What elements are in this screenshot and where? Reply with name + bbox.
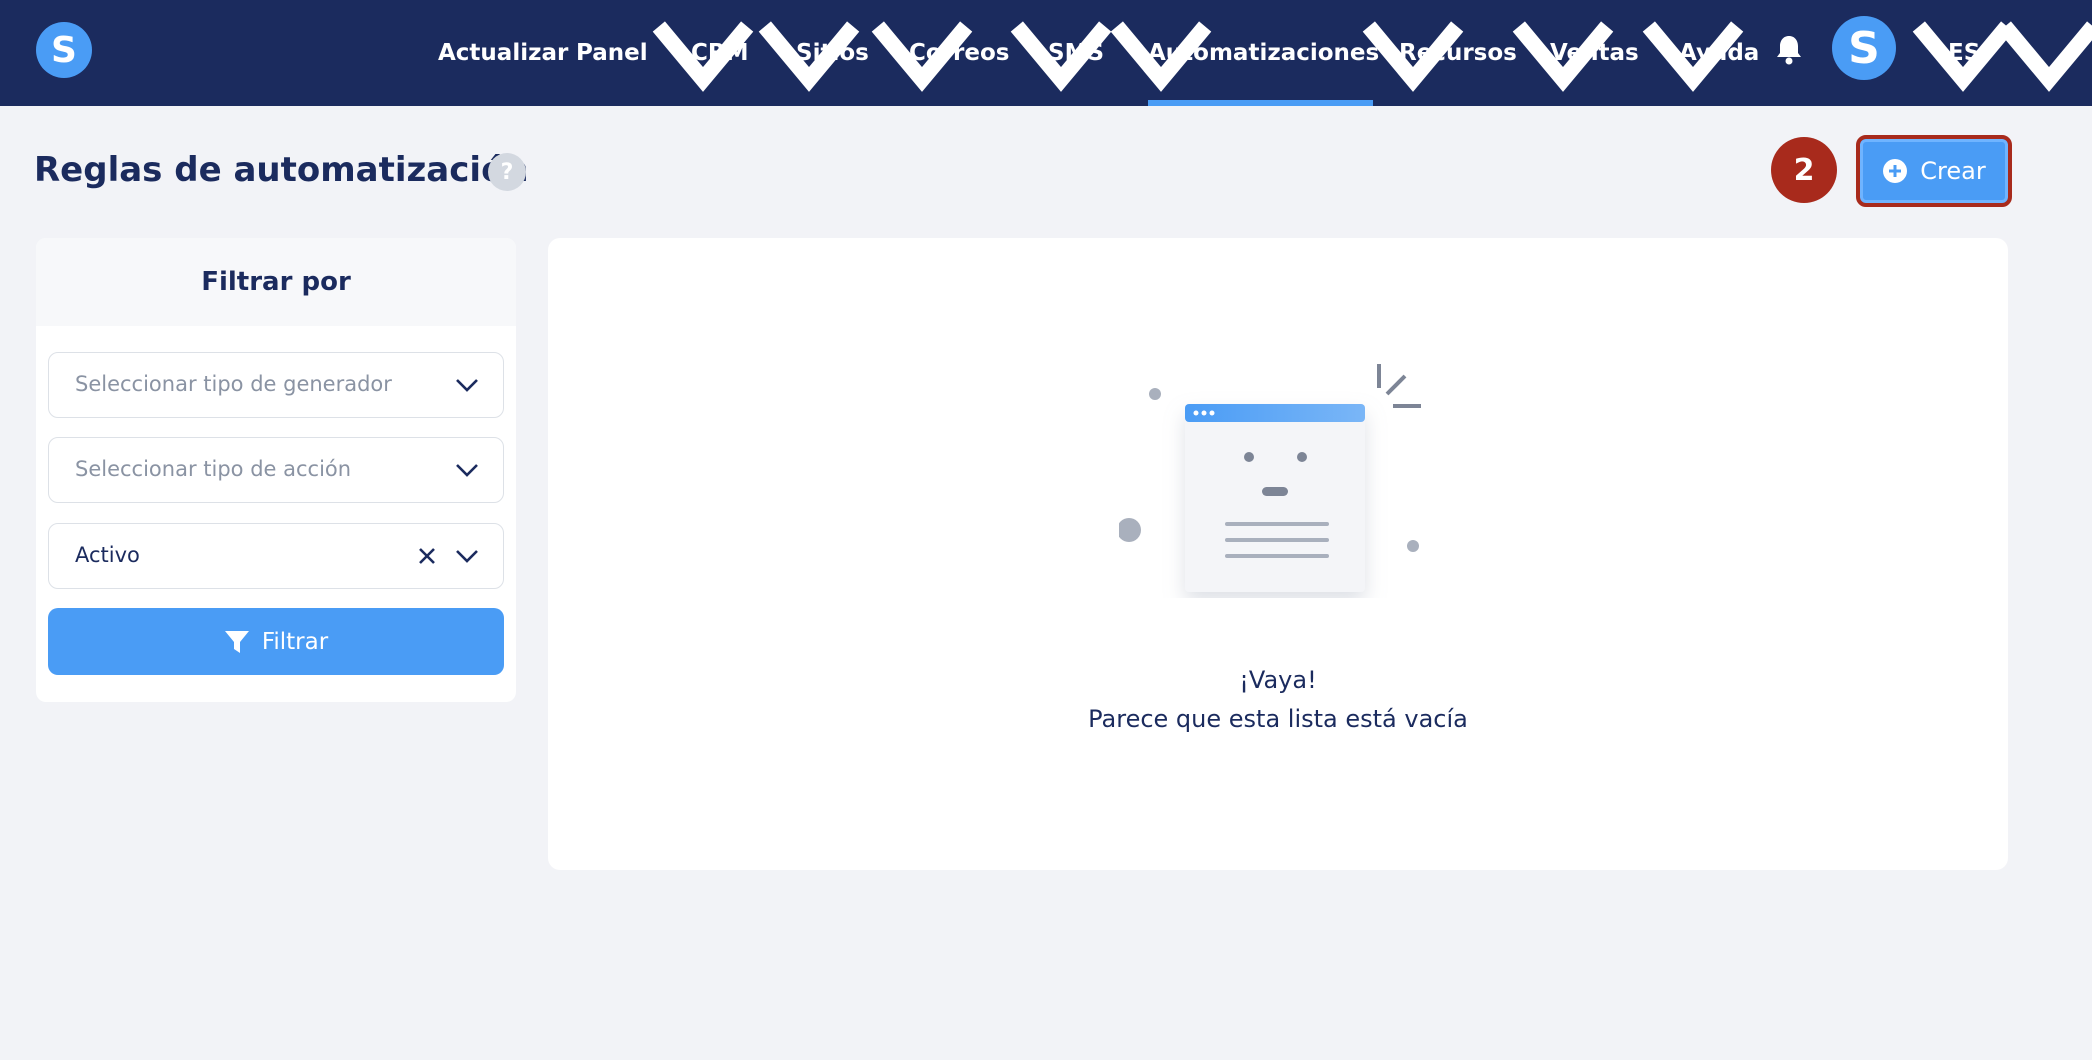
nav-label: Panel — [576, 40, 648, 66]
nav-label: Actualizar — [438, 40, 569, 66]
app-logo[interactable]: S — [36, 22, 92, 78]
status-select[interactable]: Activo — [48, 523, 504, 589]
funnel-icon — [224, 630, 249, 653]
top-navbar: S Actualizar Panel CRM Sitios Correos SM… — [0, 0, 2092, 106]
language-label: ES — [1948, 40, 1981, 66]
nav-label: CRM — [691, 40, 749, 66]
generator-type-select[interactable]: Seleccionar tipo de generador — [48, 352, 504, 418]
active-tab-indicator — [1148, 100, 1373, 106]
nav-item-crm[interactable]: CRM — [691, 0, 748, 106]
nav-item-sitios[interactable]: Sitios — [796, 0, 869, 106]
nav-item-panel[interactable]: Panel — [576, 0, 648, 106]
rules-list-card: ¡Vaya! Parece que esta lista está vacía — [548, 238, 2008, 870]
filter-panel-title: Filtrar por — [36, 238, 516, 326]
create-button[interactable]: Crear — [1856, 135, 2012, 207]
create-button-label: Crear — [1920, 157, 1986, 185]
nav-item-recursos[interactable]: Recursos — [1399, 0, 1517, 106]
action-type-select[interactable]: Seleccionar tipo de acción — [48, 437, 504, 503]
language-selector[interactable]: ES — [1948, 0, 1980, 106]
chevron-down-icon — [456, 379, 478, 392]
empty-state-title: ¡Vaya! — [1239, 666, 1317, 694]
nav-label: Sitios — [796, 40, 869, 66]
nav-item-ayuda[interactable]: Ayuda — [1679, 0, 1759, 106]
close-icon[interactable] — [417, 546, 437, 566]
user-avatar[interactable]: S — [1832, 16, 1896, 80]
nav-label: SMS — [1048, 40, 1105, 66]
nav-label: Recursos — [1399, 40, 1517, 66]
nav-item-actualizar[interactable]: Actualizar — [438, 0, 568, 106]
plus-circle-icon — [1883, 159, 1908, 183]
help-icon[interactable]: ? — [488, 153, 526, 191]
empty-state-subtitle: Parece que esta lista está vacía — [1088, 705, 1468, 733]
chevron-down-icon — [456, 550, 478, 563]
generator-type-placeholder: Seleccionar tipo de generador — [75, 372, 392, 396]
nav-item-sms[interactable]: SMS — [1048, 0, 1104, 106]
status-value: Activo — [75, 543, 140, 567]
nav-label: Ventas — [1550, 40, 1639, 66]
nav-item-ventas[interactable]: Ventas — [1550, 0, 1639, 106]
chevron-down-icon — [456, 464, 478, 477]
chevron-down-icon[interactable] — [1996, 0, 2092, 106]
filter-panel: Filtrar por Seleccionar tipo de generado… — [36, 238, 516, 702]
nav-label: Correos — [909, 40, 1010, 66]
nav-item-correos[interactable]: Correos — [909, 0, 1009, 106]
nav-label: Ayuda — [1679, 40, 1760, 66]
step-number-badge: 2 — [1771, 137, 1837, 203]
page-title: Reglas de automatización — [34, 150, 529, 190]
nav-label: Automatizaciones — [1148, 40, 1380, 66]
empty-list-illustration — [1119, 364, 1421, 592]
action-type-placeholder: Seleccionar tipo de acción — [75, 457, 352, 481]
nav-item-automatizaciones[interactable]: Automatizaciones — [1148, 0, 1379, 106]
filter-button-label: Filtrar — [261, 628, 329, 655]
filter-button[interactable]: Filtrar — [48, 608, 504, 675]
bell-icon[interactable] — [1774, 33, 1804, 65]
